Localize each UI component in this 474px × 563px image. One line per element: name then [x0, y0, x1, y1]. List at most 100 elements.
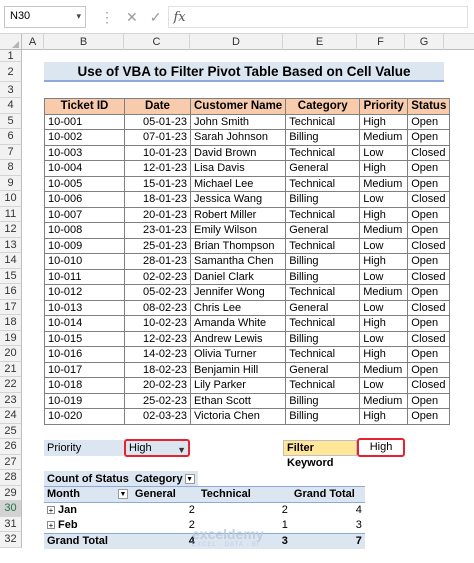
cell-customer-name[interactable]: Chris Lee: [189, 299, 287, 316]
cell-customer-name[interactable]: Jennifer Wong: [189, 284, 287, 301]
cell-status[interactable]: Open: [407, 222, 451, 239]
cell-customer-name[interactable]: Ethan Scott: [189, 392, 287, 409]
cell-category[interactable]: Billing: [285, 392, 361, 409]
cell-category[interactable]: Technical: [285, 206, 361, 223]
row-header-20[interactable]: 20: [0, 346, 22, 362]
row-header-30[interactable]: 30: [0, 501, 22, 517]
dropdown-icon[interactable]: ▼: [117, 489, 128, 500]
cell-customer-name[interactable]: Lisa Davis: [189, 160, 287, 177]
cell-priority[interactable]: High: [359, 408, 409, 425]
row-header-2[interactable]: 2: [0, 62, 22, 82]
row-header-1[interactable]: 1: [0, 50, 22, 62]
cell-category[interactable]: Technical: [285, 113, 361, 130]
cell-customer-name[interactable]: Olivia Turner: [189, 346, 287, 363]
cell-ticket-id[interactable]: 10-010: [44, 253, 125, 270]
cell-category[interactable]: General: [285, 299, 361, 316]
cell-category[interactable]: Technical: [285, 175, 361, 192]
cell-priority[interactable]: High: [359, 160, 409, 177]
cell-status[interactable]: Closed: [407, 330, 451, 347]
pivot-col-header-grand-total[interactable]: Grand Total: [290, 486, 365, 503]
filter-keyword-cell[interactable]: High: [357, 438, 405, 457]
cell-ticket-id[interactable]: 10-011: [44, 268, 125, 285]
cell-status[interactable]: Open: [407, 315, 451, 332]
cell-date[interactable]: 20-01-23: [124, 206, 191, 223]
cell-status[interactable]: Open: [407, 361, 451, 378]
cell-ticket-id[interactable]: 10-004: [44, 160, 125, 177]
row-header-11[interactable]: 11: [0, 206, 22, 222]
column-header-d[interactable]: D: [190, 34, 283, 50]
cell-category[interactable]: Billing: [285, 191, 361, 208]
cell-customer-name[interactable]: Benjamin Hill: [189, 361, 287, 378]
chevron-down-icon[interactable]: ▾: [76, 11, 81, 22]
cell-priority[interactable]: High: [359, 315, 409, 332]
cell-priority[interactable]: High: [359, 113, 409, 130]
header-category[interactable]: Category: [285, 98, 361, 115]
row-header-25[interactable]: 25: [0, 423, 22, 439]
row-header-12[interactable]: 12: [0, 222, 22, 238]
cell-date[interactable]: 12-01-23: [124, 160, 191, 177]
cell-customer-name[interactable]: Victoria Chen: [189, 408, 287, 425]
header-status[interactable]: Status: [407, 98, 451, 115]
row-header-5[interactable]: 5: [0, 113, 22, 129]
row-header-3[interactable]: 3: [0, 82, 22, 98]
row-header-23[interactable]: 23: [0, 392, 22, 408]
cell-status[interactable]: Open: [407, 175, 451, 192]
row-header-9[interactable]: 9: [0, 175, 22, 191]
cell-ticket-id[interactable]: 10-019: [44, 392, 125, 409]
formula-input[interactable]: [168, 6, 468, 28]
cell-status[interactable]: Open: [407, 408, 451, 425]
cell-customer-name[interactable]: Emily Wilson: [189, 222, 287, 239]
cell-category[interactable]: Technical: [285, 284, 361, 301]
cell-status[interactable]: Open: [407, 284, 451, 301]
cell-customer-name[interactable]: Samantha Chen: [189, 253, 287, 270]
cell-date[interactable]: 20-02-23: [124, 377, 191, 394]
pivot-col-header-general[interactable]: General: [131, 486, 198, 503]
expand-icon[interactable]: +: [47, 521, 55, 530]
row-header-28[interactable]: 28: [0, 470, 22, 486]
select-all-corner[interactable]: [0, 34, 22, 50]
cell-ticket-id[interactable]: 10-001: [44, 113, 125, 130]
cell-customer-name[interactable]: Daniel Clark: [189, 268, 287, 285]
dropdown-icon[interactable]: ▼: [184, 473, 195, 484]
pivot-col-header-technical[interactable]: Technical: [197, 486, 291, 503]
cell-status[interactable]: Open: [407, 129, 451, 146]
pivot-cell[interactable]: 2: [198, 502, 291, 518]
row-header-21[interactable]: 21: [0, 361, 22, 377]
column-header-a[interactable]: A: [22, 34, 44, 50]
cell-customer-name[interactable]: Amanda White: [189, 315, 287, 332]
row-header-15[interactable]: 15: [0, 268, 22, 284]
cell-customer-name[interactable]: Michael Lee: [189, 175, 287, 192]
cell-date[interactable]: 18-01-23: [124, 191, 191, 208]
row-header-13[interactable]: 13: [0, 237, 22, 253]
cell-date[interactable]: 10-02-23: [124, 315, 191, 332]
row-header-17[interactable]: 17: [0, 299, 22, 315]
cell-priority[interactable]: Low: [359, 191, 409, 208]
pivot-row-jan[interactable]: + Jan: [44, 502, 132, 518]
cell-date[interactable]: 15-01-23: [124, 175, 191, 192]
cell-category[interactable]: Technical: [285, 144, 361, 161]
cell-category[interactable]: Billing: [285, 253, 361, 270]
row-header-10[interactable]: 10: [0, 191, 22, 207]
cell-ticket-id[interactable]: 10-015: [44, 330, 125, 347]
cell-ticket-id[interactable]: 10-013: [44, 299, 125, 316]
pivot-grand-total-cell[interactable]: 4: [131, 532, 198, 549]
cell-ticket-id[interactable]: 10-002: [44, 129, 125, 146]
cell-priority[interactable]: Medium: [359, 361, 409, 378]
row-header-24[interactable]: 24: [0, 408, 22, 424]
row-header-6[interactable]: 6: [0, 129, 22, 145]
cell-customer-name[interactable]: Sarah Johnson: [189, 129, 287, 146]
cell-customer-name[interactable]: John Smith: [189, 113, 287, 130]
cell-customer-name[interactable]: David Brown: [189, 144, 287, 161]
cell-status[interactable]: Open: [407, 160, 451, 177]
row-header-14[interactable]: 14: [0, 253, 22, 269]
cell-priority[interactable]: Medium: [359, 129, 409, 146]
cell-priority[interactable]: Medium: [359, 284, 409, 301]
cell-date[interactable]: 02-02-23: [124, 268, 191, 285]
cell-priority[interactable]: Low: [359, 237, 409, 254]
cell-date[interactable]: 14-02-23: [124, 346, 191, 363]
cell-status[interactable]: Closed: [407, 191, 451, 208]
cell-ticket-id[interactable]: 10-020: [44, 408, 125, 425]
cell-category[interactable]: Billing: [285, 408, 361, 425]
cell-priority[interactable]: Low: [359, 268, 409, 285]
column-header-f[interactable]: F: [357, 34, 405, 50]
